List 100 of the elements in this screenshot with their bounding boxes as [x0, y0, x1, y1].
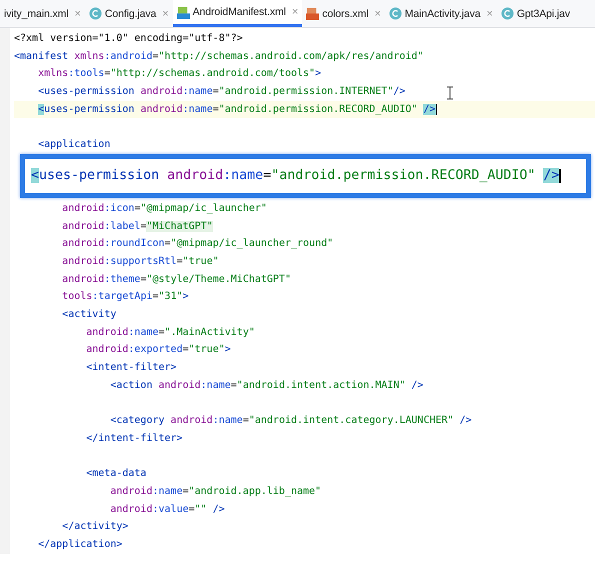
code-token: <category — [110, 415, 166, 426]
code-token: = — [134, 202, 140, 214]
code-token: :targetApi — [92, 291, 152, 302]
code-token: :exported — [128, 344, 183, 356]
code-token: = — [182, 344, 189, 356]
code-token: "MiChatGPT" — [146, 220, 213, 232]
code-token: "@mipmap/ic_launcher" — [140, 202, 267, 214]
file-tab[interactable]: ivity_main.xml × — [0, 0, 85, 27]
code-token: "http://schemas.android.com/tools" — [110, 68, 316, 80]
code-token: = — [212, 104, 219, 115]
code-token: :theme — [104, 274, 140, 285]
code-token: :name — [128, 326, 159, 338]
code-token: = — [152, 291, 159, 302]
code-token: <?xml version="1.0" encoding="utf-8"?> — [14, 33, 243, 44]
code-token: "android.permission.INTERNET" — [218, 86, 394, 98]
code-token: = — [182, 486, 189, 497]
text-cursor-icon — [446, 86, 454, 100]
code-token: = — [158, 326, 165, 338]
file-tab[interactable]: Gpt3Api.jav — [496, 0, 574, 27]
xml-file-icon — [306, 7, 320, 20]
code-token: tools — [62, 291, 92, 302]
code-token: "android.permission.RECORD_AUDIO" — [271, 168, 536, 184]
code-token: uses-permission — [39, 168, 160, 184]
code-token: = — [104, 68, 110, 80]
code-token: android — [140, 86, 183, 98]
code-token: "http://schemas.android.com/apk/res/android" — [158, 50, 424, 62]
code-token: </intent-filter> — [86, 432, 183, 444]
code-token: ".MainActivity" — [164, 326, 255, 338]
code-token: android — [158, 380, 201, 391]
code-token: <intent-filter> — [86, 362, 177, 373]
text-caret — [436, 104, 437, 115]
code-token: = — [176, 256, 183, 267]
code-token: <manifest — [14, 50, 70, 62]
code-token: :name — [182, 104, 213, 115]
code-token: "android.permission.RECORD_AUDIO" — [218, 104, 418, 115]
code-token: "" — [194, 504, 208, 514]
code-token: android — [62, 238, 104, 250]
code-token: android — [86, 344, 128, 356]
code-token: android — [62, 220, 104, 232]
file-tab[interactable]: colors.xml × — [302, 0, 385, 27]
code-token: <action — [110, 380, 154, 391]
code-token: :name — [212, 415, 243, 426]
code-token: > — [182, 291, 189, 302]
code-token: android — [170, 415, 213, 426]
brace-match-highlight: < — [38, 104, 44, 115]
code-token: /> — [212, 504, 225, 514]
brace-match-highlight: < — [31, 168, 40, 184]
code-token: android — [62, 202, 104, 214]
code-token: "true" — [182, 256, 219, 267]
code-token: = — [164, 238, 171, 250]
code-token: :name — [223, 168, 264, 184]
code-token: android — [140, 104, 183, 115]
code-token: = — [152, 50, 159, 62]
code-token: :name — [182, 86, 213, 98]
code-token: > — [315, 68, 322, 80]
code-token: /> — [460, 415, 472, 426]
code-token: /> — [393, 86, 406, 98]
code-token: xmlns — [74, 50, 104, 62]
file-tab[interactable]: AndroidManifest.xml × — [172, 0, 302, 27]
code-token: xmlns — [38, 68, 68, 80]
file-tab[interactable]: Config.java × — [84, 0, 173, 27]
manifest-file-icon — [176, 6, 190, 18]
code-token: "@mipmap/ic_launcher_round" — [170, 238, 334, 250]
code-token: = — [188, 504, 195, 514]
code-token: = — [212, 86, 219, 98]
code-token: :value — [152, 504, 189, 514]
code-token: :name — [200, 380, 231, 391]
code-token: = — [140, 220, 146, 232]
code-token: :roundIcon — [104, 238, 165, 250]
code-token: android — [62, 256, 104, 267]
code-token: = — [230, 380, 237, 391]
code-token: :icon — [104, 202, 134, 214]
code-token: = — [242, 415, 249, 426]
code-token: :supportsRtl — [104, 256, 177, 267]
code-token: <uses-permission — [38, 86, 136, 98]
code-token: :tools — [68, 68, 104, 80]
code-token: <activity — [62, 308, 116, 320]
code-token: uses-permission — [44, 104, 136, 115]
file-tab[interactable]: MainActivity.java × — [384, 0, 497, 27]
code-token: android — [86, 326, 128, 338]
code-token: <application — [38, 139, 110, 150]
brace-match-highlight: /> — [423, 104, 436, 115]
code-token: "31" — [158, 291, 183, 302]
code-token: = — [263, 168, 272, 184]
code-token: "android.intent.action.MAIN" — [236, 380, 406, 391]
code-token: = — [140, 274, 146, 285]
java-class-icon — [388, 7, 402, 20]
code-token: android — [110, 486, 152, 497]
code-token: "@style/Theme.MiChatGPT" — [146, 274, 291, 285]
code-token: :label — [104, 220, 140, 232]
code-token: android — [167, 168, 224, 184]
code-token: > — [224, 344, 231, 356]
code-token: android — [110, 504, 152, 514]
code-token: "true" — [188, 344, 225, 356]
java-class-icon — [500, 7, 514, 20]
code-token: <meta-data — [86, 468, 146, 480]
code-token: /> — [411, 380, 424, 391]
brace-match-highlight: /> — [543, 168, 560, 184]
code-token: "android.app.lib_name" — [188, 486, 322, 497]
code-token: "android.intent.category.LAUNCHER" — [248, 415, 455, 426]
